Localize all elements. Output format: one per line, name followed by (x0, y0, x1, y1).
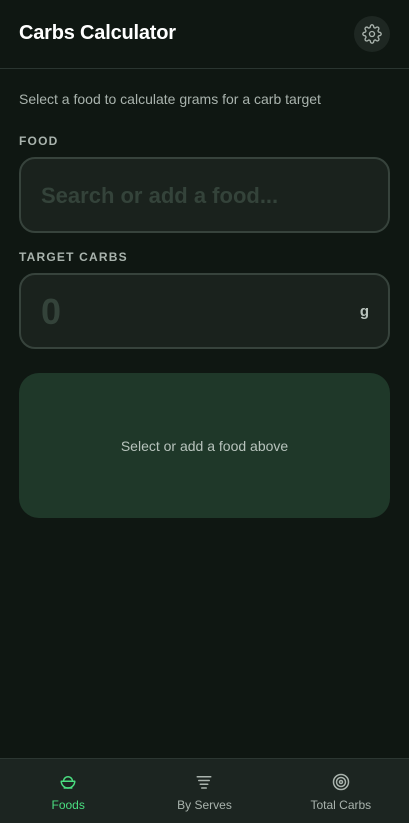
app-screen: Carbs Calculator Select a food to calcul… (0, 0, 409, 823)
target-carbs-label: TARGET CARBS (19, 250, 128, 264)
result-message: Select or add a food above (120, 437, 289, 454)
target-carbs-value: 0 (41, 291, 62, 332)
stack-icon (194, 772, 214, 792)
nav-item-total-carbs[interactable]: Total Carbs (273, 759, 409, 823)
nav-item-by-serves[interactable]: By Serves (136, 759, 272, 823)
target-carbs-input[interactable]: 0 g (19, 273, 390, 349)
page-title: Carbs Calculator (19, 22, 176, 44)
target-carbs-unit: g (359, 303, 369, 320)
instructions-text: Select a food to calculate grams for a c… (19, 91, 321, 107)
gear-icon (362, 24, 382, 44)
bottom-nav: Foods By Serves Total Carbs (0, 758, 409, 823)
target-icon (331, 772, 351, 792)
bowl-icon (58, 772, 78, 792)
result-card: Select or add a food above (19, 373, 390, 518)
nav-label-total-carbs: Total Carbs (310, 798, 372, 812)
nav-label-by-serves: By Serves (177, 798, 232, 812)
settings-button[interactable] (354, 16, 390, 52)
nav-label-foods: Foods (51, 798, 85, 812)
food-search-input[interactable]: Search or add a food... (19, 157, 390, 233)
food-label: FOOD (19, 134, 59, 148)
food-search-placeholder: Search or add a food... (41, 183, 279, 208)
nav-item-foods[interactable]: Foods (0, 759, 136, 823)
app-header: Carbs Calculator (0, 0, 409, 69)
